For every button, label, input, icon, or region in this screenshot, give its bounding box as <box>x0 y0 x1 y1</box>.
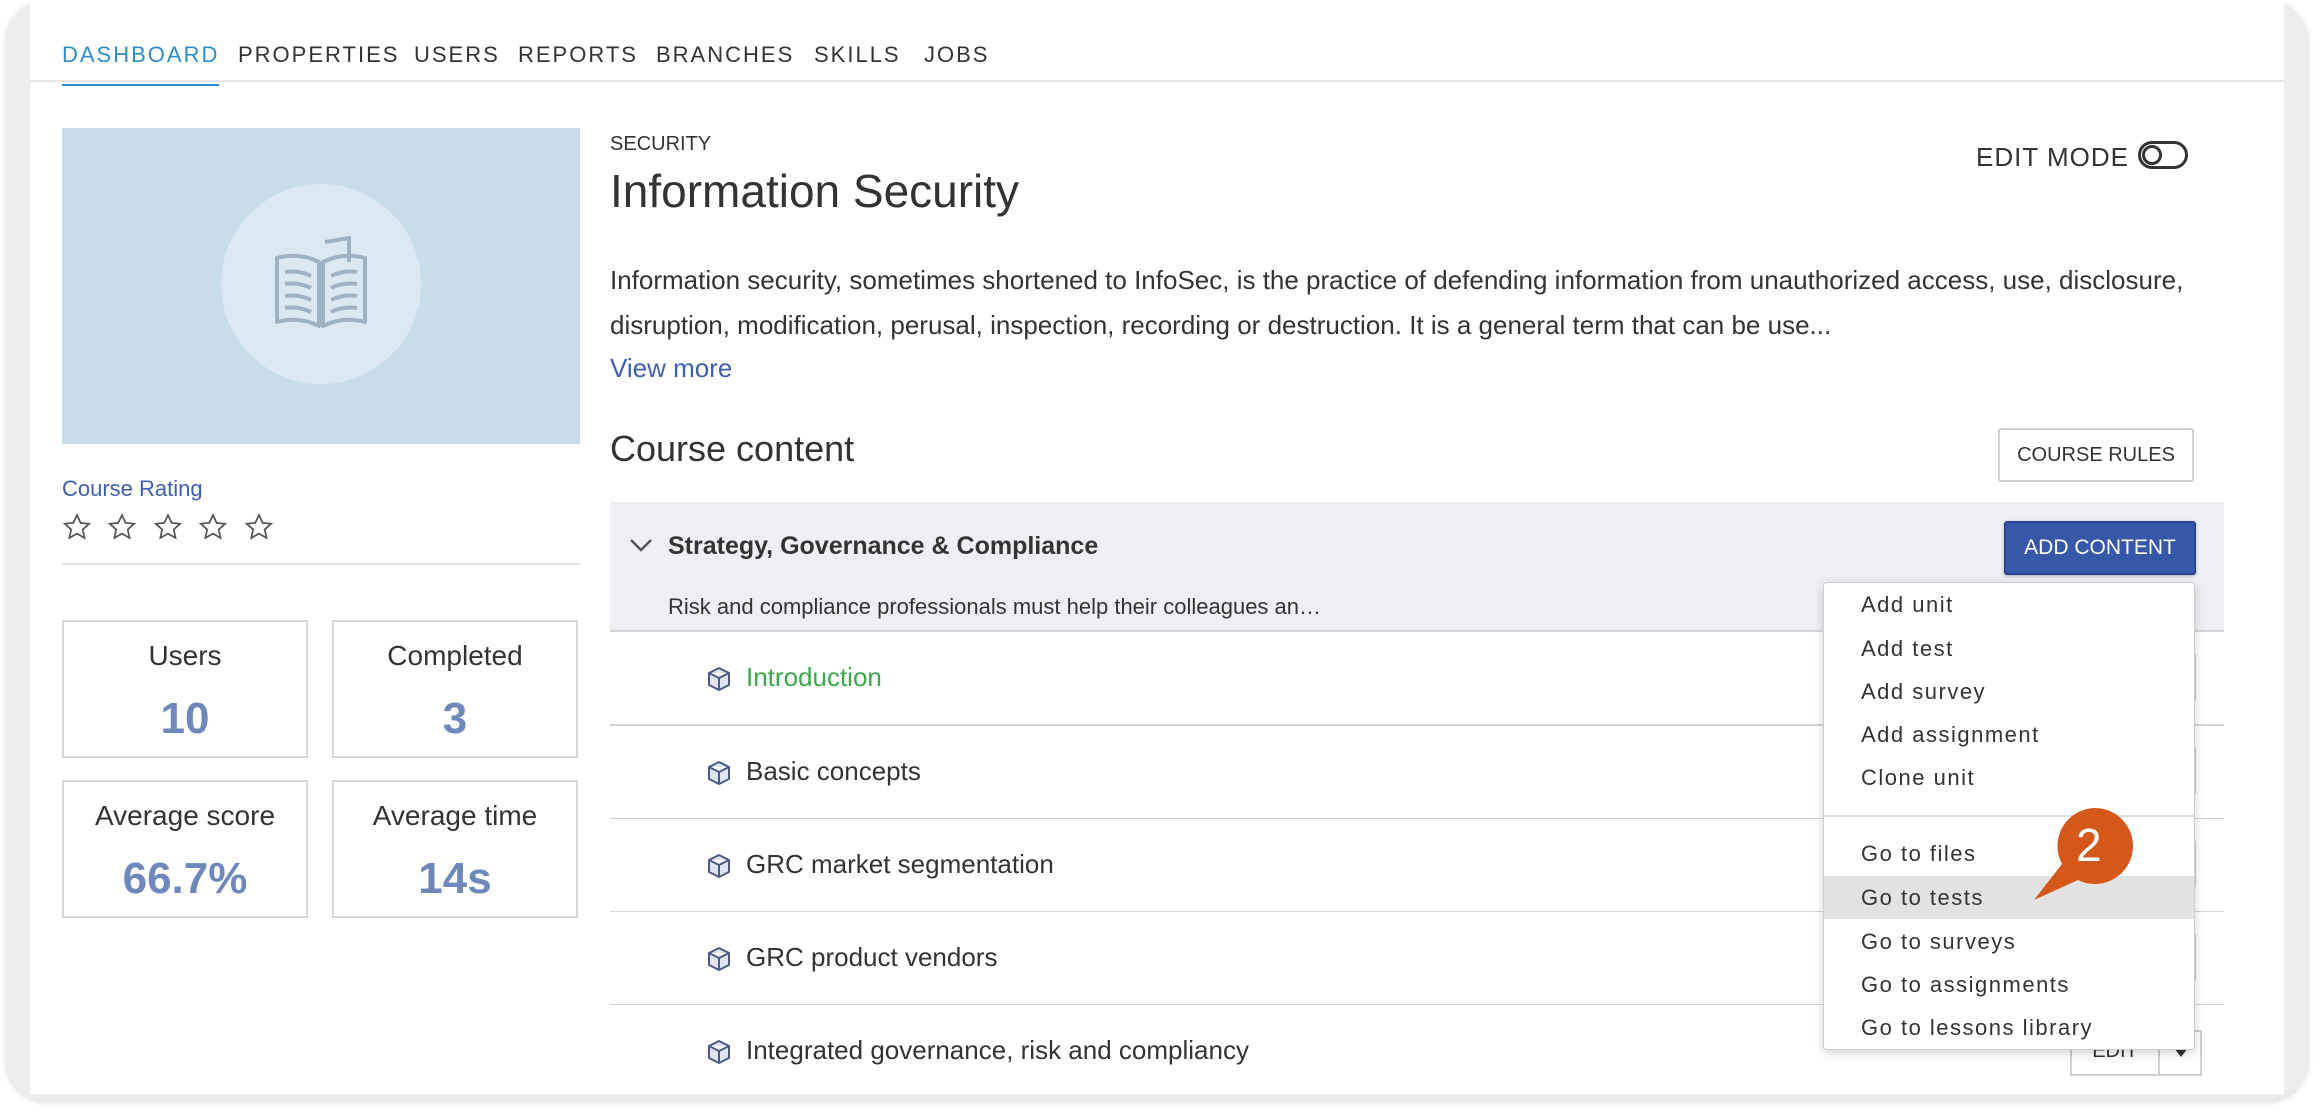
menu-item-add-unit[interactable]: Add unit <box>1824 583 2194 626</box>
toggle-knob <box>2142 145 2162 165</box>
course-description: Information security, sometimes shortene… <box>610 265 2184 340</box>
view-more-link[interactable]: View more <box>610 353 732 384</box>
star-icon[interactable] <box>198 512 228 542</box>
tab-users[interactable]: USERS <box>414 42 500 68</box>
add-content-menu: Add unit Add test Add survey Add assignm… <box>1823 582 2195 1050</box>
edit-mode-toggle[interactable] <box>2138 141 2188 169</box>
cube-icon <box>708 761 730 785</box>
stat-label: Average score <box>94 800 276 831</box>
menu-item-go-to-assignments[interactable]: Go to assignments <box>1824 963 2194 1006</box>
stat-users: Users 10 <box>62 620 308 758</box>
unit-title[interactable]: Basic concepts <box>746 756 921 787</box>
stat-value: 10 <box>160 694 210 743</box>
section-title[interactable]: Strategy, Governance & Compliance <box>668 532 1098 561</box>
menu-item-go-to-surveys[interactable]: Go to surveys <box>1824 920 2194 963</box>
tab-skills[interactable]: SKILLS <box>814 42 901 68</box>
unit-title[interactable]: GRC product vendors <box>746 942 997 973</box>
star-icon[interactable] <box>107 512 137 542</box>
tab-reports[interactable]: REPORTS <box>518 42 638 68</box>
star-icon[interactable] <box>153 512 183 542</box>
menu-item-add-survey[interactable]: Add survey <box>1824 670 2194 713</box>
divider <box>62 563 580 565</box>
tab-jobs[interactable]: JOBS <box>924 42 989 68</box>
app-screen: DASHBOARD PROPERTIES USERS REPORTS BRANC… <box>30 0 2284 1094</box>
menu-item-go-to-tests[interactable]: Go to tests <box>1824 876 2194 919</box>
page-title: Information Security <box>610 165 1020 217</box>
star-icon[interactable] <box>244 512 274 542</box>
unit-title[interactable]: Introduction <box>746 662 882 693</box>
stat-value: 66.7% <box>122 854 248 903</box>
open-book-icon <box>275 236 367 328</box>
tab-properties[interactable]: PROPERTIES <box>238 42 399 68</box>
stat-value: 3 <box>442 694 468 743</box>
stat-label: Completed <box>387 640 523 671</box>
menu-divider <box>1824 815 2194 817</box>
stat-label: Average time <box>372 800 538 831</box>
chevron-down-icon[interactable] <box>628 532 654 558</box>
stat-completed: Completed 3 <box>332 620 578 758</box>
menu-item-add-assignment[interactable]: Add assignment <box>1824 713 2194 756</box>
unit-title[interactable]: GRC market segmentation <box>746 849 1054 880</box>
add-content-button[interactable]: ADD CONTENT <box>2004 521 2196 575</box>
menu-item-add-test[interactable]: Add test <box>1824 627 2194 670</box>
course-category: SECURITY <box>610 133 712 155</box>
star-icon[interactable] <box>62 512 92 542</box>
course-rating-label: Course Rating <box>62 476 203 501</box>
course-cover-image[interactable] <box>62 128 580 444</box>
course-rules-button[interactable]: COURSE RULES <box>1998 428 2194 482</box>
cube-icon <box>708 854 730 878</box>
menu-item-go-to-files[interactable]: Go to files <box>1824 832 2194 875</box>
step-callout-number: 2 <box>2076 819 2102 871</box>
tab-branches[interactable]: BRANCHES <box>656 42 794 68</box>
stat-label: Users <box>148 640 222 671</box>
edit-mode-label: EDIT MODE <box>1976 142 2129 172</box>
stat-average-time: Average time 14s <box>332 780 578 918</box>
menu-item-clone-unit[interactable]: Clone unit <box>1824 756 2194 799</box>
menu-item-go-to-lessons-library[interactable]: Go to lessons library <box>1824 1006 2194 1049</box>
course-content-heading: Course content <box>610 428 855 469</box>
top-nav: DASHBOARD PROPERTIES USERS REPORTS BRANC… <box>30 0 2284 86</box>
rating-stars[interactable] <box>62 512 285 547</box>
cover-circle <box>221 184 421 384</box>
cube-icon <box>708 947 730 971</box>
tab-dashboard[interactable]: DASHBOARD <box>62 42 220 86</box>
cube-icon <box>708 1040 730 1064</box>
section-description: Risk and compliance professionals must h… <box>668 594 1322 619</box>
cube-icon <box>708 667 730 691</box>
stat-average-score: Average score 66.7% <box>62 780 308 918</box>
unit-title[interactable]: Integrated governance, risk and complian… <box>746 1035 1249 1066</box>
stat-value: 14s <box>418 854 492 903</box>
